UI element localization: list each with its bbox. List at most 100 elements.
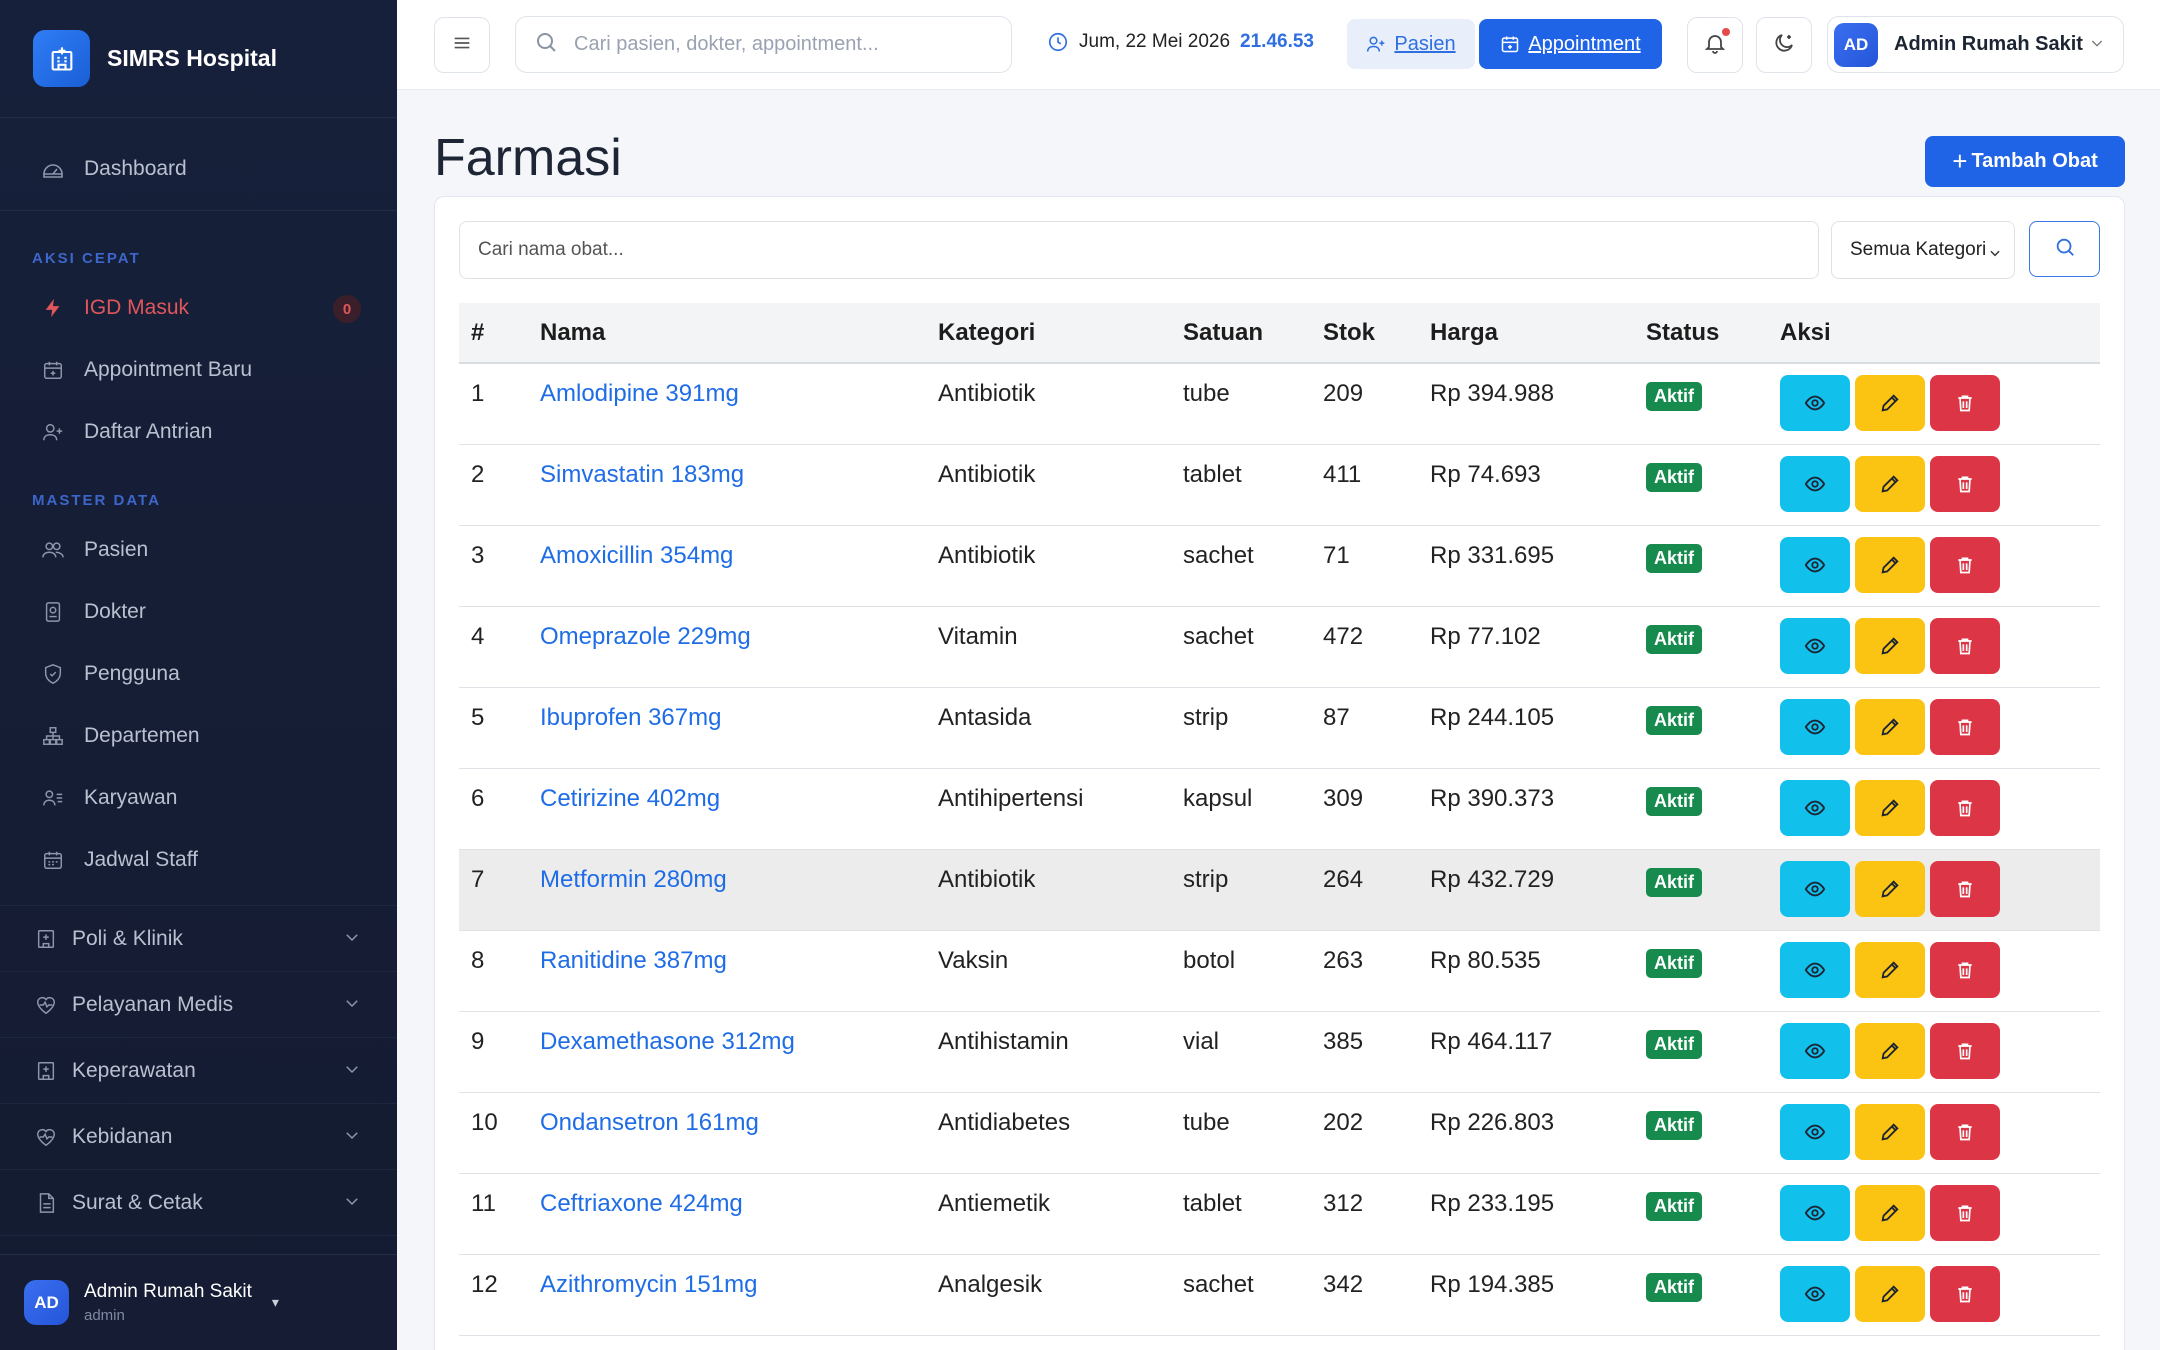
cell-medicine-name-link[interactable]: Ceftriaxone 424mg — [528, 1173, 926, 1254]
cell-medicine-name-link[interactable]: Metformin 280mg — [528, 849, 926, 930]
category-select[interactable]: Semua Kategori — [1831, 221, 2015, 279]
cell-medicine-name-link[interactable]: Azithromycin 151mg — [528, 1254, 926, 1335]
sidebar-user-menu[interactable]: AD Admin Rumah Sakit admin ▾ — [0, 1254, 397, 1350]
edit-button[interactable] — [1855, 1184, 1925, 1241]
cell-medicine-name-link[interactable]: Dexamethasone 312mg — [528, 1011, 926, 1092]
edit-button[interactable] — [1855, 536, 1925, 593]
pencil-icon — [1879, 1040, 1901, 1062]
cell-medicine-name-link[interactable]: Amoxicillin 354mg — [528, 525, 926, 606]
col-header-status[interactable]: Status — [1634, 303, 1768, 364]
cell-actions — [1768, 363, 2100, 444]
sidebar-item-jadwal-staff[interactable]: Jadwal Staff — [0, 829, 397, 891]
delete-button[interactable] — [1930, 779, 2000, 836]
search-button[interactable] — [2029, 221, 2100, 277]
cell-medicine-name-link[interactable]: Ondansetron 161mg — [528, 1092, 926, 1173]
delete-button[interactable] — [1930, 1184, 2000, 1241]
sidebar-group-kebidanan[interactable]: Kebidanan — [0, 1103, 397, 1169]
delete-button[interactable] — [1930, 860, 2000, 917]
delete-button[interactable] — [1930, 941, 2000, 998]
table-header-row: # Nama Kategori Satuan Stok Harga Status… — [459, 303, 2100, 364]
notifications-button[interactable] — [1687, 17, 1743, 73]
edit-button[interactable] — [1855, 375, 1925, 431]
col-header-satuan[interactable]: Satuan — [1171, 303, 1311, 364]
view-button[interactable] — [1780, 617, 1850, 674]
sidebar-item-appointment-baru[interactable]: Appointment Baru — [0, 339, 397, 401]
delete-button[interactable] — [1930, 536, 2000, 593]
table-row: 11 Ceftriaxone 424mg Antiemetik tablet 312 Rp… — [459, 1173, 2100, 1254]
view-button[interactable] — [1780, 1103, 1850, 1160]
pencil-icon — [1879, 797, 1901, 819]
cell-kategori: Antiemetik — [938, 1189, 1051, 1217]
cell-medicine-name-link[interactable]: Simvastatin 183mg — [528, 444, 926, 525]
quick-pasien-button[interactable]: Pasien — [1347, 19, 1475, 69]
sidebar-item-karyawan[interactable]: Karyawan — [0, 767, 397, 829]
sidebar-item-pasien[interactable]: Pasien — [0, 519, 397, 581]
edit-button[interactable] — [1855, 860, 1925, 917]
view-button[interactable] — [1780, 1184, 1850, 1241]
cell-harga: Rp 394.988 — [1430, 380, 1555, 407]
brand[interactable]: SIMRS Hospital — [0, 0, 397, 118]
edit-button[interactable] — [1855, 617, 1925, 674]
delete-button[interactable] — [1930, 698, 2000, 755]
sidebar-item-dokter[interactable]: Dokter — [0, 581, 397, 643]
col-header-number[interactable]: # — [459, 303, 528, 364]
cell-medicine-name-link[interactable]: Omeprazole 229mg — [528, 606, 926, 687]
status-badge: Aktif — [1646, 1029, 1702, 1059]
view-button[interactable] — [1780, 860, 1850, 917]
edit-button[interactable] — [1855, 1022, 1925, 1079]
cell-kategori: Analgesik — [938, 1270, 1043, 1298]
delete-button[interactable] — [1930, 1103, 2000, 1160]
view-button[interactable] — [1780, 375, 1850, 431]
sidebar-group-keperawatan[interactable]: Keperawatan — [0, 1037, 397, 1103]
cell-kategori: Antibiotik — [938, 541, 1036, 569]
cell-satuan: sachet — [1183, 1270, 1254, 1298]
delete-button[interactable] — [1930, 617, 2000, 674]
view-button[interactable] — [1780, 698, 1850, 755]
edit-button[interactable] — [1855, 779, 1925, 836]
add-medicine-button[interactable]: + Tambah Obat — [1925, 136, 2125, 187]
edit-button[interactable] — [1855, 455, 1925, 512]
sidebar-item-igd[interactable]: IGD Masuk 0 — [0, 277, 397, 339]
col-header-harga[interactable]: Harga — [1418, 303, 1634, 364]
search-input[interactable] — [574, 33, 994, 56]
cell-medicine-name-link[interactable]: Cetirizine 402mg — [528, 768, 926, 849]
current-time: 21.46.53 — [1240, 31, 1314, 52]
edit-button[interactable] — [1855, 1265, 1925, 1322]
sidebar-item-pengguna[interactable]: Pengguna — [0, 643, 397, 705]
sidebar-group-poli-klinik[interactable]: Poli & Klinik — [0, 905, 397, 971]
eye-icon — [1804, 878, 1826, 900]
sidebar-group-pelayanan-medis[interactable]: Pelayanan Medis — [0, 971, 397, 1037]
medicine-search-input[interactable] — [478, 239, 1778, 261]
delete-button[interactable] — [1930, 1022, 2000, 1079]
quick-appointment-button[interactable]: Appointment — [1479, 19, 1662, 69]
cell-status: Aktif — [1634, 363, 1768, 444]
delete-button[interactable] — [1930, 455, 2000, 512]
view-button[interactable] — [1780, 1022, 1850, 1079]
edit-button[interactable] — [1855, 1103, 1925, 1160]
col-header-stok[interactable]: Stok — [1311, 303, 1418, 364]
delete-button[interactable] — [1930, 1265, 2000, 1322]
sidebar-item-daftar-antrian[interactable]: Daftar Antrian — [0, 401, 397, 463]
sidebar-item-dashboard[interactable]: Dashboard — [0, 138, 397, 200]
edit-button[interactable] — [1855, 698, 1925, 755]
medicine-search[interactable] — [459, 221, 1819, 279]
cell-medicine-name-link[interactable]: Ibuprofen 367mg — [528, 687, 926, 768]
view-button[interactable] — [1780, 536, 1850, 593]
menu-toggle-button[interactable] — [434, 17, 490, 73]
sidebar-group-surat-cetak[interactable]: Surat & Cetak — [0, 1169, 397, 1235]
view-button[interactable] — [1780, 1265, 1850, 1322]
col-header-kategori[interactable]: Kategori — [926, 303, 1171, 364]
user-menu[interactable]: AD Admin Rumah Sakit — [1827, 16, 2124, 73]
edit-button[interactable] — [1855, 941, 1925, 998]
sidebar-item-label: Dokter — [84, 600, 146, 623]
col-header-nama[interactable]: Nama — [528, 303, 926, 364]
cell-medicine-name-link[interactable]: Amlodipine 391mg — [528, 363, 926, 444]
cell-medicine-name-link[interactable]: Ranitidine 387mg — [528, 930, 926, 1011]
delete-button[interactable] — [1930, 375, 2000, 431]
view-button[interactable] — [1780, 941, 1850, 998]
theme-toggle-button[interactable] — [1756, 17, 1812, 73]
view-button[interactable] — [1780, 779, 1850, 836]
view-button[interactable] — [1780, 455, 1850, 512]
global-search[interactable] — [515, 16, 1012, 73]
sidebar-item-departemen[interactable]: Departemen — [0, 705, 397, 767]
